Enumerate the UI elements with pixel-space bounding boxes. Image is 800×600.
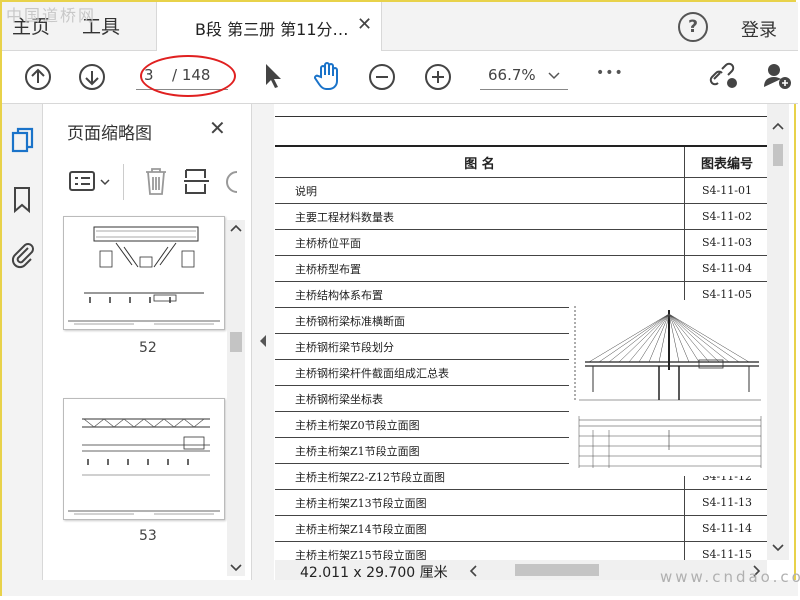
document-scroll-thumb[interactable] <box>773 144 783 166</box>
scroll-up-icon[interactable] <box>772 122 784 130</box>
row-name: 主桥桥位平面 <box>275 229 685 256</box>
help-icon[interactable]: ? <box>678 12 708 42</box>
thumbnail-label: 52 <box>139 340 157 356</box>
row-code: S4-11-02 <box>684 203 767 230</box>
row-name: 说明 <box>275 177 685 204</box>
column-header-name: 图 名 <box>275 145 685 178</box>
table-row: 主桥主桁架Z15节段立面图 S4-11-15 <box>275 541 767 560</box>
bridge-drawing-overlay <box>569 300 767 476</box>
document-vertical-scrollbar[interactable] <box>767 104 789 560</box>
rotate-page-icon[interactable] <box>223 168 247 196</box>
table-row: 主桥桥位平面 S4-11-03 <box>275 229 767 256</box>
document-hscroll-thumb[interactable] <box>515 564 599 576</box>
row-code: S4-11-04 <box>684 255 767 282</box>
table-row: 主桥主桁架Z14节段立面图 S4-11-14 <box>275 515 767 542</box>
page-thumbnail[interactable] <box>63 398 225 520</box>
table-row: 主要工程材料数量表 S4-11-02 <box>275 203 767 230</box>
scroll-left-icon[interactable] <box>469 565 477 577</box>
more-tools-icon[interactable]: ••• <box>596 65 624 81</box>
toolbar: 3 / 148 66.7% ••• <box>2 51 798 104</box>
insert-page-icon[interactable] <box>183 166 211 196</box>
thumbnail-drawing <box>68 226 220 325</box>
site-watermark-bottom: www.cndao.com <box>660 568 800 586</box>
document-view[interactable]: 图 名 图表编号 说明 S4-11-01 主要工程材料数量表 S4-11-02 主桥… <box>275 104 767 560</box>
row-code: S4-11-14 <box>684 515 767 542</box>
bookmark-icon[interactable] <box>12 186 34 214</box>
row-name: 主要工程材料数量表 <box>275 203 685 230</box>
left-rail <box>2 104 43 580</box>
row-code: S4-11-15 <box>684 541 767 560</box>
thumbnail-scrollbar[interactable] <box>227 220 245 576</box>
panel-close-icon[interactable]: ✕ <box>209 116 226 140</box>
previous-page-icon[interactable] <box>24 63 52 91</box>
row-code: S4-11-01 <box>684 177 767 204</box>
top-bar: 主页 工具 B段 第三册 第11分… ✕ ? 登录 <box>2 2 798 51</box>
column-header-code: 图表编号 <box>684 145 767 178</box>
document-tab[interactable]: B段 第三册 第11分… ✕ <box>156 2 382 51</box>
row-name: 主桥主桁架Z14节段立面图 <box>275 515 685 542</box>
table-row: 说明 S4-11-01 <box>275 177 767 204</box>
next-page-icon[interactable] <box>78 63 106 91</box>
page-thumbnails-icon[interactable] <box>10 126 36 156</box>
share-link-icon[interactable] <box>708 61 740 91</box>
zoom-out-icon[interactable] <box>368 63 396 91</box>
page-top-rule <box>275 116 767 117</box>
tab-close-icon[interactable]: ✕ <box>357 14 372 35</box>
annotation-ellipse <box>140 55 236 97</box>
zoom-in-icon[interactable] <box>424 63 452 91</box>
hand-tool-icon[interactable] <box>312 60 344 92</box>
site-watermark: 中国道桥网 <box>6 6 97 25</box>
delete-page-icon[interactable] <box>143 166 169 196</box>
add-user-icon[interactable] <box>762 61 792 91</box>
collapse-left-icon[interactable] <box>259 334 267 348</box>
table-row: 主桥桥型布置 S4-11-04 <box>275 255 767 282</box>
row-name: 主桥桥型布置 <box>275 255 685 282</box>
chevron-down-icon <box>548 72 560 80</box>
select-tool-icon[interactable] <box>262 61 284 91</box>
tab-title: B段 第三册 第11分… <box>195 20 349 39</box>
table-row: 主桥主桁架Z13节段立面图 S4-11-13 <box>275 489 767 516</box>
row-code: S4-11-13 <box>684 489 767 516</box>
thumbnail-scroll-thumb[interactable] <box>230 332 242 352</box>
cable-stayed-bridge-drawing <box>574 306 762 468</box>
thumbnail-label: 53 <box>139 528 157 544</box>
row-name: 主桥主桁架Z15节段立面图 <box>275 541 685 560</box>
panel-toolbar-divider <box>123 164 124 200</box>
thumbnail-panel: 页面缩略图 ✕ 52 53 <box>43 104 252 580</box>
panel-collapse-strip[interactable] <box>252 104 274 580</box>
scroll-down-icon[interactable] <box>230 564 242 572</box>
thumbnail-options-icon[interactable] <box>69 168 113 196</box>
scroll-down-icon[interactable] <box>772 544 784 552</box>
scroll-up-icon[interactable] <box>230 224 242 232</box>
thumbnail-drawing <box>68 418 220 515</box>
zoom-select[interactable]: 66.7% <box>480 63 568 90</box>
row-code: S4-11-03 <box>684 229 767 256</box>
login-button[interactable]: 登录 <box>741 16 777 42</box>
attachment-icon[interactable] <box>10 240 36 270</box>
panel-title: 页面缩略图 <box>67 124 152 144</box>
zoom-value: 66.7% <box>488 66 536 84</box>
page-dimensions: 42.011 x 29.700 厘米 <box>300 565 448 581</box>
page-thumbnail[interactable] <box>63 216 225 330</box>
row-name: 主桥主桁架Z13节段立面图 <box>275 489 685 516</box>
table-header-row: 图 名 图表编号 <box>275 145 767 178</box>
